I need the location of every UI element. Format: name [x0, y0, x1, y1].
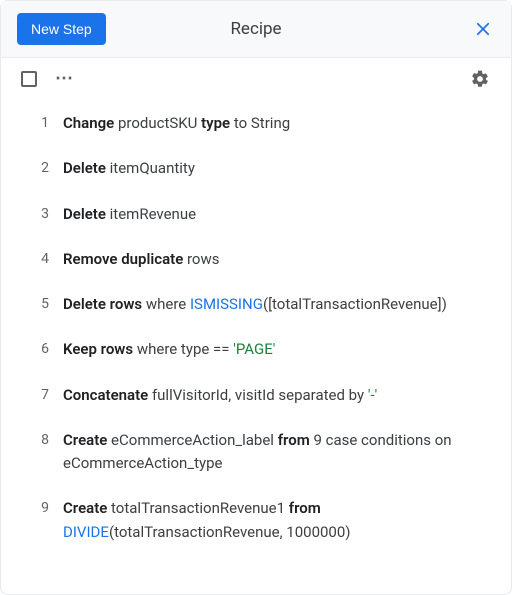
recipe-step[interactable]: 9 Create totalTransactionRevenue1 from DI… — [21, 497, 491, 544]
step-body: Create totalTransactionRevenue1 from DIV… — [63, 497, 491, 544]
step-token: Create — [63, 431, 111, 449]
step-token: productSKU — [118, 114, 201, 132]
step-number: 3 — [21, 203, 49, 226]
step-token: ([totalTransactionRevenue]) — [263, 295, 447, 313]
step-token: Delete — [63, 205, 110, 223]
gear-icon — [470, 69, 490, 89]
close-button[interactable] — [471, 17, 495, 41]
step-token: where type == — [137, 340, 233, 358]
toolbar: ⋯ — [1, 58, 511, 94]
step-token: Delete rows — [63, 295, 146, 313]
step-token: where — [146, 295, 190, 313]
steps-list: 1 Change productSKU type to String 2 Delete… — [1, 94, 511, 594]
step-token: Change — [63, 114, 118, 132]
step-token: Keep rows — [63, 340, 137, 358]
recipe-step[interactable]: 1 Change productSKU type to String — [21, 112, 491, 135]
step-number: 2 — [21, 157, 49, 180]
step-body: Create eCommerceAction_label from 9 case… — [63, 429, 491, 476]
step-token: itemRevenue — [110, 205, 196, 223]
step-body: Change productSKU type to String — [63, 112, 290, 135]
recipe-step[interactable]: 4 Remove duplicate rows — [21, 248, 491, 271]
step-token: from — [289, 499, 321, 517]
step-number: 4 — [21, 248, 49, 271]
recipe-panel: New Step Recipe ⋯ 1 Change productSKU typ… — [0, 0, 512, 595]
step-token: (totalTransactionRevenue, 1000000) — [109, 523, 351, 541]
recipe-step[interactable]: 6 Keep rows where type == 'PAGE' — [21, 338, 491, 361]
step-number: 9 — [21, 497, 49, 520]
new-step-button[interactable]: New Step — [17, 13, 106, 45]
close-icon — [474, 20, 492, 38]
step-token: from — [278, 431, 314, 449]
panel-header: New Step Recipe — [1, 1, 511, 58]
step-body: Remove duplicate rows — [63, 248, 220, 271]
step-number: 7 — [21, 384, 49, 407]
step-number: 1 — [21, 112, 49, 135]
step-token: Create — [63, 499, 111, 517]
recipe-step[interactable]: 2 Delete itemQuantity — [21, 157, 491, 180]
step-token: type — [201, 114, 234, 132]
step-token: eCommerceAction_label — [111, 431, 278, 449]
more-menu-button[interactable]: ⋯ — [55, 70, 75, 88]
step-body: Delete rows where ISMISSING([totalTransa… — [63, 293, 447, 316]
step-token: Concatenate — [63, 386, 152, 404]
step-token: '-' — [368, 386, 377, 404]
recipe-step[interactable]: 7 Concatenate fullVisitorId, visitId sepa… — [21, 384, 491, 407]
step-body: Keep rows where type == 'PAGE' — [63, 338, 275, 361]
step-token: rows — [187, 250, 220, 268]
step-token: itemQuantity — [110, 159, 195, 177]
step-body: Delete itemQuantity — [63, 157, 195, 180]
select-all-checkbox[interactable] — [21, 71, 37, 87]
step-number: 5 — [21, 293, 49, 316]
step-token: Delete — [63, 159, 110, 177]
step-token: ISMISSING — [190, 295, 263, 313]
step-token: totalTransactionRevenue1 — [111, 499, 289, 517]
settings-button[interactable] — [469, 68, 491, 90]
step-token: 'PAGE' — [233, 340, 275, 358]
step-number: 8 — [21, 429, 49, 452]
more-icon: ⋯ — [55, 68, 75, 89]
step-body: Delete itemRevenue — [63, 203, 196, 226]
step-token: DIVIDE — [63, 523, 109, 541]
recipe-step[interactable]: 3 Delete itemRevenue — [21, 203, 491, 226]
step-token: Remove duplicate — [63, 250, 187, 268]
step-token: to String — [234, 114, 290, 132]
step-body: Concatenate fullVisitorId, visitId separ… — [63, 384, 377, 407]
step-number: 6 — [21, 338, 49, 361]
step-token: fullVisitorId, visitId separated by — [152, 386, 368, 404]
recipe-step[interactable]: 5 Delete rows where ISMISSING([totalTrans… — [21, 293, 491, 316]
recipe-step[interactable]: 8 Create eCommerceAction_label from 9 cas… — [21, 429, 491, 476]
